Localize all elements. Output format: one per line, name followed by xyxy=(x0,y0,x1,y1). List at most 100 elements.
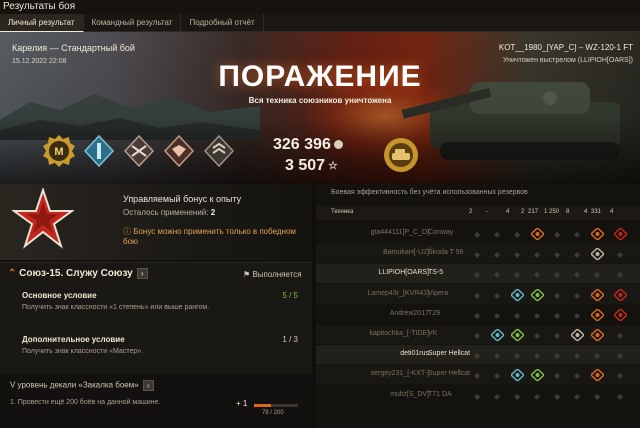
decal-increment: + 1 xyxy=(236,399,248,408)
table-row[interactable]: gta444111[P_C_D] Conway ◆ ◆ ◆ ◆ ◆ xyxy=(316,224,640,243)
kill-icon[interactable] xyxy=(612,307,629,322)
mission-title-text: Союз-15. Служу Союзу xyxy=(19,268,133,280)
primary-condition-progress: 5 / 5 xyxy=(282,291,298,300)
empty-stat-marker: ◆ xyxy=(474,310,481,320)
dmg-icon[interactable] xyxy=(589,287,606,302)
tank-name: VK xyxy=(428,330,438,337)
empty-stat-marker: ◆ xyxy=(554,230,561,239)
empty-stat-marker: ◆ xyxy=(534,310,541,320)
mission-details-button[interactable]: › xyxy=(136,268,148,279)
empty-stat-marker: ◆ xyxy=(494,230,501,239)
player-vehicle: KOT__1980_[YAP_C] – WZ-120-1 FT xyxy=(498,43,633,52)
empty-stat-marker: ◆ xyxy=(514,351,521,361)
crit-icon[interactable] xyxy=(569,327,586,343)
empty-stat-marker: ◆ xyxy=(514,391,521,401)
kill-icon[interactable] xyxy=(612,287,629,302)
empty-stat-marker: ◆ xyxy=(534,351,541,361)
bonus-remaining-label: Осталось применений: xyxy=(123,208,209,217)
table-row[interactable]: deti01rus Super Hellcat ◆ ◆ ◆ ◆ ◆ ◆ ◆ ◆ xyxy=(316,345,640,365)
dmg-icon[interactable] xyxy=(589,368,606,383)
assist-icon[interactable] xyxy=(529,368,546,383)
dmg-icon[interactable] xyxy=(589,226,606,242)
table-row[interactable]: Lamep43r_[KVR43] Vipera ◆ ◆ ◆ ◆ xyxy=(316,284,640,304)
dmg-icon[interactable] xyxy=(589,327,606,343)
empty-stat-marker: ◆ xyxy=(594,391,601,401)
tank-name: Super Hellcat xyxy=(428,370,471,378)
dmg-icon[interactable] xyxy=(529,226,546,242)
primary-condition-label: Основное условие xyxy=(22,291,97,300)
empty-stat-marker: ◆ xyxy=(474,290,481,300)
empty-stat-marker: ◆ xyxy=(474,391,481,401)
tank-name: T71 DA xyxy=(428,390,452,398)
empty-stat-marker: ◆ xyxy=(494,270,501,280)
empty-stat-marker: ◆ xyxy=(574,391,581,401)
empty-stat-marker: ◆ xyxy=(494,351,501,361)
crit-icon[interactable] xyxy=(589,247,606,262)
table-row[interactable]: multz[S_DV] T71 DA ◆ ◆ ◆ ◆ ◆ ◆ ◆ ◆ xyxy=(316,386,640,405)
dmg-icon[interactable] xyxy=(589,307,606,322)
efficiency-title: Боевая эффективность без учёта использов… xyxy=(331,189,528,196)
tank-name: TS-5 xyxy=(428,269,444,277)
table-row[interactable]: LLIPIOH[OARS] TS-5 ◆ ◆ ◆ ◆ ◆ ◆ ◆ ◆ xyxy=(316,264,640,284)
decal-title-text: V уровень декали «Закалка боем» xyxy=(10,380,139,390)
spot-icon[interactable] xyxy=(489,327,506,343)
empty-stat-marker: ◆ xyxy=(494,391,501,401)
empty-stat-marker: ◆ xyxy=(554,250,561,260)
player-name: BamukaH[-U2] xyxy=(383,249,429,257)
class-badge-icon[interactable] xyxy=(382,136,420,174)
kill-icon[interactable] xyxy=(612,226,629,242)
player-name: LLIPIOH[OARS] xyxy=(378,269,429,277)
empty-stat-marker: ◆ xyxy=(554,331,561,340)
decal-details-button[interactable]: › xyxy=(142,380,154,391)
table-row[interactable]: sergey231_[-KXT-] Super Hellcat ◆ ◆ ◆ ◆ ◆ xyxy=(316,365,640,385)
empty-stat-marker: ◆ xyxy=(494,310,501,320)
assist-icon[interactable] xyxy=(529,287,546,302)
achievement-wings-icon[interactable] xyxy=(162,134,196,168)
tab-detailed-report[interactable]: Подробный отчёт xyxy=(181,14,264,32)
player-name: gta444111[P_C_D] xyxy=(370,229,429,236)
empty-stat-marker: ◆ xyxy=(474,230,481,239)
credits-icon xyxy=(333,140,343,150)
mission-title[interactable]: ⌃ Союз-15. Служу Союзу › xyxy=(8,268,148,279)
empty-stat-marker: ◆ xyxy=(534,331,541,340)
credits-earned: 326 396 xyxy=(273,136,343,154)
left-panel: Управляемый бонус к опыту Осталось приме… xyxy=(0,184,312,428)
decal-title[interactable]: V уровень декали «Закалка боем» › xyxy=(10,380,154,391)
collapse-arrow-icon: ⌃ xyxy=(8,268,20,280)
player-name: deti01rus xyxy=(400,350,429,358)
mastery-badge-icon[interactable]: M xyxy=(42,134,76,168)
empty-stat-marker: ◆ xyxy=(554,310,561,320)
achievement-guns-icon[interactable] xyxy=(122,134,156,168)
achievement-blue-icon[interactable] xyxy=(82,134,116,168)
efficiency-panel: Боевая эффективность без учёта использов… xyxy=(316,184,640,428)
table-row[interactable]: BamukaH[-U2] Škoda T 56 ◆ ◆ ◆ ◆ ◆ ◆ ◆ xyxy=(316,244,640,264)
tank-name: Super Hellcat xyxy=(428,350,471,358)
empty-stat-marker: ◆ xyxy=(474,270,481,280)
empty-stat-marker: ◆ xyxy=(554,290,561,300)
mission-status-text: Выполняется xyxy=(252,270,302,279)
warning-icon: ⓘ xyxy=(123,227,134,236)
tab-team-result[interactable]: Командный результат xyxy=(84,14,182,32)
empty-stat-marker: ◆ xyxy=(494,371,501,381)
player-name: sergey231_[-KXT-] xyxy=(370,370,429,378)
table-row[interactable]: Andrew2017 T29 ◆ ◆ ◆ ◆ ◆ ◆ xyxy=(316,305,640,324)
header-col-1: 2 xyxy=(469,209,473,215)
empty-stat-marker: ◆ xyxy=(617,351,624,361)
player-name: kapitochka_[-TIDE] xyxy=(369,330,429,337)
secondary-condition-progress: 1 / 3 xyxy=(282,335,298,344)
achievement-rank-icon[interactable] xyxy=(202,134,236,168)
empty-stat-marker: ◆ xyxy=(594,270,601,280)
empty-stat-marker: ◆ xyxy=(554,351,561,361)
empty-stat-marker: ◆ xyxy=(514,310,521,320)
header-col-8: 4 xyxy=(584,209,588,215)
player-name: Andrew2017 xyxy=(389,309,429,317)
assist-icon[interactable] xyxy=(509,327,526,343)
flag-icon: ⚑ xyxy=(243,270,253,279)
tab-personal-result[interactable]: Личный результат xyxy=(0,14,84,32)
spot-icon[interactable] xyxy=(509,287,526,302)
table-row[interactable]: kapitochka_[-TIDE] VK ◆ ◆ ◆ ◆ xyxy=(316,325,640,344)
window-title: Результаты боя xyxy=(0,0,640,14)
header-col-3: 4 xyxy=(506,209,510,215)
spot-icon[interactable] xyxy=(509,368,526,383)
map-and-mode: Карелия — Стандартный бой xyxy=(12,43,135,53)
